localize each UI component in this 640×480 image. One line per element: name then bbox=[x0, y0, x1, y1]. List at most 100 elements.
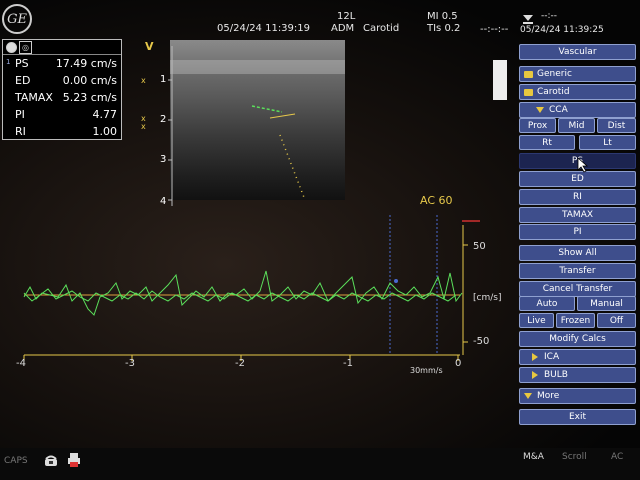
measurement-value: 17.49 cm/s bbox=[55, 57, 117, 70]
ed-label: ED bbox=[571, 174, 584, 184]
manual-button[interactable]: Manual bbox=[577, 296, 636, 311]
lt-button[interactable]: Lt bbox=[579, 135, 636, 150]
scroll-label[interactable]: Scroll bbox=[562, 452, 587, 462]
auto-label: Auto bbox=[536, 298, 558, 309]
generic-label: Generic bbox=[537, 69, 572, 79]
vascular-label: Vascular bbox=[558, 47, 597, 57]
mid-label: Mid bbox=[568, 120, 585, 131]
ri-label: RI bbox=[573, 192, 582, 202]
printer-icon bbox=[67, 452, 81, 468]
caps-indicator: CAPS bbox=[4, 456, 28, 466]
triangle-right-icon bbox=[532, 371, 538, 379]
dist-label: Dist bbox=[607, 120, 626, 131]
rt-button[interactable]: Rt bbox=[519, 135, 575, 150]
measurement-value: 5.23 cm/s bbox=[62, 91, 117, 104]
measurement-row-ed: ED 0.00 cm/s bbox=[3, 72, 121, 89]
velocity-tick: -50 bbox=[473, 336, 490, 347]
transfer-button[interactable]: Transfer bbox=[519, 263, 636, 279]
vascular-button[interactable]: Vascular bbox=[519, 44, 636, 60]
ed-button[interactable]: ED bbox=[519, 171, 636, 187]
measurement-label: PI bbox=[15, 108, 25, 121]
depth-scale-icon bbox=[160, 46, 176, 206]
measurement-label: RI bbox=[15, 125, 26, 138]
frozen-label: Frozen bbox=[560, 315, 591, 326]
prox-button[interactable]: Prox bbox=[519, 118, 556, 133]
carotid-label: Carotid bbox=[537, 87, 570, 97]
depth-marker: V bbox=[145, 40, 154, 53]
modify-calcs-label: Modify Calcs bbox=[549, 334, 606, 344]
measurement-value: 0.00 cm/s bbox=[62, 74, 117, 87]
auto-button[interactable]: Auto bbox=[519, 296, 575, 311]
record-icon bbox=[6, 42, 17, 53]
time-tick: -1 bbox=[343, 358, 353, 369]
pi-button[interactable]: PI bbox=[519, 224, 636, 240]
clock-dashes: --:-- bbox=[541, 11, 558, 21]
exam-date-time: 05/24/24 11:39:19 bbox=[217, 23, 311, 34]
triangle-down-icon bbox=[524, 393, 532, 399]
measurement-box: ◎ 1 PS 17.49 cm/s ED 0.00 cm/s TAMAX 5.2… bbox=[2, 39, 122, 140]
prox-label: Prox bbox=[527, 120, 548, 131]
depth-tick: 3 bbox=[160, 154, 167, 165]
carotid-folder-button[interactable]: Carotid bbox=[519, 84, 636, 100]
focal-marker-icon: x bbox=[141, 122, 146, 131]
angle-correction: AC 60 bbox=[420, 194, 453, 207]
manual-label: Manual bbox=[590, 298, 623, 309]
time-tick: -3 bbox=[125, 358, 135, 369]
doppler-spectrum bbox=[0, 215, 500, 375]
off-label: Off bbox=[609, 315, 624, 326]
ge-logo-icon: GE bbox=[2, 4, 32, 34]
velocity-tick: 50 bbox=[473, 241, 486, 252]
ri-button[interactable]: RI bbox=[519, 189, 636, 205]
cca-label: CCA bbox=[549, 105, 568, 115]
ultrasound-screen: GE 05/24/24 11:39:19 12L ADM Carotid MI … bbox=[0, 0, 640, 480]
off-button[interactable]: Off bbox=[597, 313, 636, 328]
dist-button[interactable]: Dist bbox=[597, 118, 636, 133]
cancel-transfer-button[interactable]: Cancel Transfer bbox=[519, 281, 636, 297]
tamax-button[interactable]: TAMAX bbox=[519, 207, 636, 223]
mid-button[interactable]: Mid bbox=[558, 118, 595, 133]
timer-dashes: --:--:-- bbox=[480, 24, 509, 35]
velocity-unit: [cm/s] bbox=[473, 293, 502, 303]
depth-tick: 1 bbox=[160, 74, 167, 85]
probe-name: 12L bbox=[337, 11, 356, 22]
bulb-button[interactable]: BULB bbox=[519, 367, 636, 383]
measurement-value: 1.00 bbox=[92, 125, 118, 138]
probe-icon: ◎ bbox=[19, 41, 32, 54]
generic-folder-button[interactable]: Generic bbox=[519, 66, 636, 82]
measurement-row-pi: PI 4.77 bbox=[3, 106, 121, 123]
rt-label: Rt bbox=[542, 137, 552, 148]
measurement-index: 1 bbox=[6, 58, 11, 66]
measurement-box-header: ◎ bbox=[3, 40, 121, 55]
transfer-label: Transfer bbox=[559, 266, 596, 276]
more-label: More bbox=[537, 391, 560, 401]
show-all-label: Show All bbox=[558, 248, 597, 258]
exit-button[interactable]: Exit bbox=[519, 409, 636, 425]
ica-label: ICA bbox=[544, 352, 560, 362]
measurement-row-tamax: TAMAX 5.23 cm/s bbox=[3, 89, 121, 106]
ica-button[interactable]: ICA bbox=[519, 349, 636, 365]
exit-label: Exit bbox=[568, 412, 587, 422]
time-tick: 0 bbox=[455, 358, 462, 369]
time-tick: -4 bbox=[16, 358, 26, 369]
live-button[interactable]: Live bbox=[519, 313, 554, 328]
triangle-down-icon bbox=[536, 107, 544, 113]
control-panel: Vascular Generic Carotid CCA Prox Mid Di… bbox=[517, 40, 638, 426]
show-all-button[interactable]: Show All bbox=[519, 245, 636, 261]
cca-button[interactable]: CCA bbox=[519, 102, 636, 118]
measurement-label: TAMAX bbox=[15, 91, 53, 104]
system-date-time: 05/24/24 11:39:25 bbox=[520, 25, 604, 35]
modify-calcs-button[interactable]: Modify Calcs bbox=[519, 331, 636, 347]
measurement-label: ED bbox=[15, 74, 31, 87]
cancel-transfer-label: Cancel Transfer bbox=[542, 284, 613, 294]
live-label: Live bbox=[527, 315, 546, 326]
more-button[interactable]: More bbox=[519, 388, 636, 404]
focal-marker-icon: x bbox=[141, 76, 146, 85]
triangle-right-icon bbox=[532, 353, 538, 361]
ma-label[interactable]: M&A bbox=[523, 452, 544, 462]
measurement-value: 4.77 bbox=[92, 108, 118, 121]
ac-label[interactable]: AC bbox=[611, 452, 623, 462]
bmode-overlay bbox=[170, 40, 345, 210]
frozen-button[interactable]: Frozen bbox=[556, 313, 595, 328]
tamax-label: TAMAX bbox=[561, 210, 594, 220]
lt-label: Lt bbox=[603, 137, 612, 148]
